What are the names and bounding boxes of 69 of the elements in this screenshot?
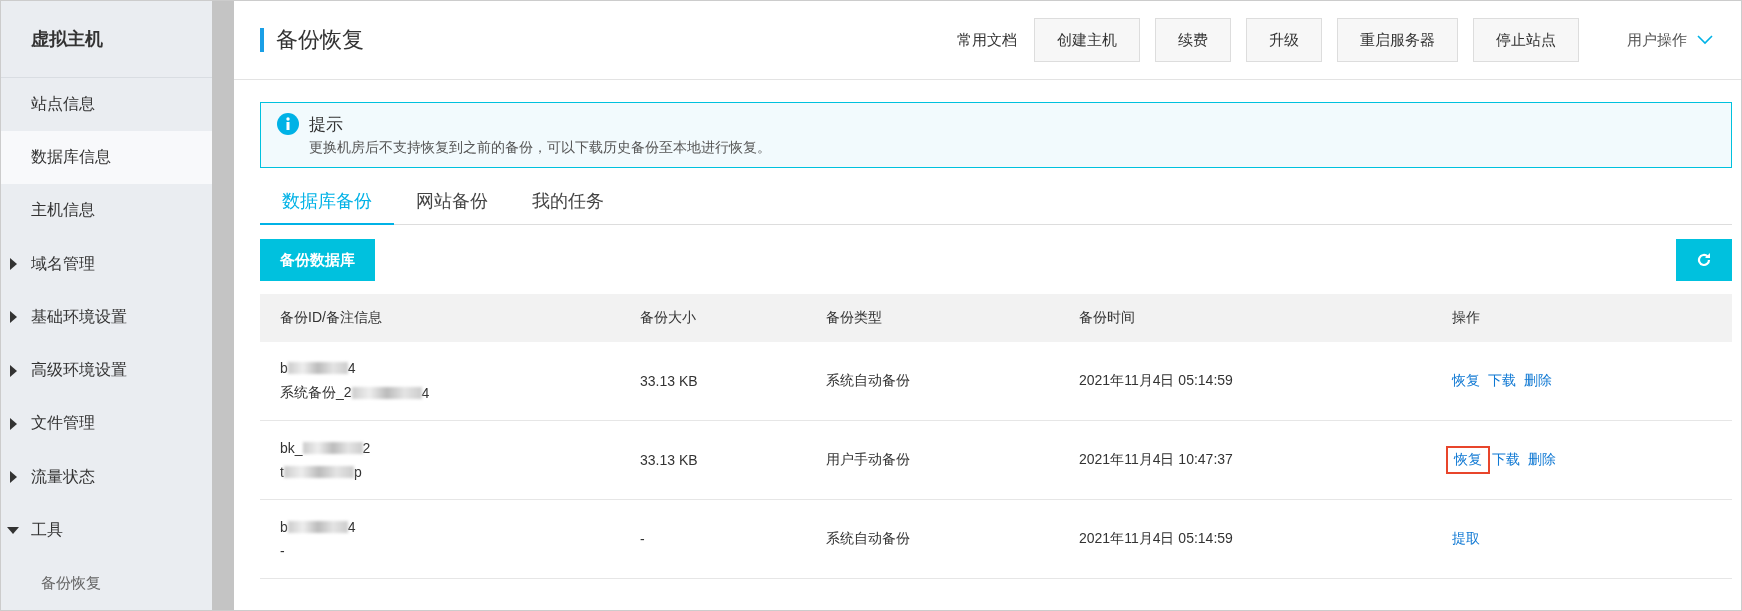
table-cell: 2021年11月4日 05:14:59 xyxy=(1059,500,1432,579)
action-link[interactable]: 提取 xyxy=(1452,530,1480,548)
scrollbar[interactable] xyxy=(212,1,234,610)
page-title: 备份恢复 xyxy=(260,28,364,52)
sidebar-item[interactable]: 备份恢复 xyxy=(1,556,212,610)
redaction-mark xyxy=(287,521,348,533)
sidebar-item[interactable]: 基础环境设置 xyxy=(1,290,212,344)
sidebar-item[interactable]: 高级环境设置 xyxy=(1,343,212,398)
table-cell: 系统自动备份 xyxy=(806,500,1059,579)
column-header: 备份ID/备注信息 xyxy=(260,294,620,342)
action-link[interactable]: 删除 xyxy=(1524,372,1552,390)
backup-note-tail: 4 xyxy=(421,385,430,401)
table-cell: 系统自动备份 xyxy=(806,342,1059,421)
caret-right-icon xyxy=(7,364,19,377)
action-link[interactable]: 删除 xyxy=(1528,451,1556,469)
backup-note: - xyxy=(280,543,286,559)
notice-title: 提示 xyxy=(309,114,344,136)
caret-right-icon xyxy=(7,311,19,324)
caret-right-icon xyxy=(7,258,19,271)
action-link[interactable]: 恢复 xyxy=(1446,446,1490,474)
action-link[interactable]: 恢复 xyxy=(1452,372,1480,390)
refresh-icon xyxy=(1696,252,1712,268)
column-header: 备份大小 xyxy=(620,294,806,342)
backup-note-tail: p xyxy=(353,464,362,480)
backup-id: b 4 xyxy=(280,519,357,535)
sidebar-item[interactable]: 数据库信息 xyxy=(1,131,212,185)
backup-id: b 4 xyxy=(280,360,357,376)
backup-id-tail: 4 xyxy=(347,519,356,535)
column-header: 备份时间 xyxy=(1059,294,1432,342)
header-button[interactable]: 创建主机 xyxy=(1034,18,1140,62)
table-cell: 2021年11月4日 10:47:37 xyxy=(1059,421,1432,500)
header-button[interactable]: 重启服务器 xyxy=(1337,18,1458,62)
column-header: 操作 xyxy=(1432,294,1732,342)
action-link[interactable]: 下载 xyxy=(1492,451,1520,469)
table-cell: 33.13 KB xyxy=(620,342,806,421)
refresh-button[interactable] xyxy=(1676,239,1732,281)
table-cell: 33.13 KB xyxy=(620,421,806,500)
tab[interactable]: 网站备份 xyxy=(394,181,510,225)
caret-right-icon xyxy=(7,417,19,430)
redaction-mark xyxy=(283,466,354,478)
backup-note: 系统备份_2 4 xyxy=(280,384,431,402)
notice-text: 更换机房后不支持恢复到之前的备份，可以下载历史备份至本地进行恢复。 xyxy=(309,139,771,157)
redaction-mark xyxy=(287,362,348,374)
caret-right-icon xyxy=(7,471,19,483)
table-cell: - xyxy=(620,500,806,579)
table-cell: 用户手动备份 xyxy=(806,421,1059,500)
docs-link[interactable]: 常用文档 xyxy=(957,30,1017,50)
redaction-mark xyxy=(302,442,363,454)
column-header: 备份类型 xyxy=(806,294,1059,342)
redaction-mark xyxy=(351,387,422,399)
sidebar-item[interactable]: 工具 xyxy=(1,503,212,557)
info-icon xyxy=(277,113,299,135)
header-button[interactable]: 续费 xyxy=(1155,18,1231,62)
backup-id-tail: 2 xyxy=(362,440,371,456)
action-link[interactable]: 下载 xyxy=(1488,372,1516,390)
backup-id: bk_ 2 xyxy=(280,440,372,456)
table-cell: 2021年11月4日 05:14:59 xyxy=(1059,342,1432,421)
sidebar-item[interactable]: 域名管理 xyxy=(1,237,212,291)
sidebar-item[interactable]: 站点信息 xyxy=(1,77,212,132)
sidebar-item[interactable]: 文件管理 xyxy=(1,397,212,451)
sidebar-item[interactable]: 主机信息 xyxy=(1,184,212,238)
backup-id-tail: 4 xyxy=(347,360,356,376)
user-menu[interactable]: 用户操作 xyxy=(1627,30,1713,50)
backup-note: t p xyxy=(280,464,363,480)
header-button[interactable]: 升级 xyxy=(1246,18,1322,62)
tab[interactable]: 我的任务 xyxy=(510,181,626,225)
header-button[interactable]: 停止站点 xyxy=(1473,18,1579,62)
chevron-down-icon xyxy=(1697,35,1713,45)
sidebar-item[interactable]: 流量状态 xyxy=(1,450,212,504)
